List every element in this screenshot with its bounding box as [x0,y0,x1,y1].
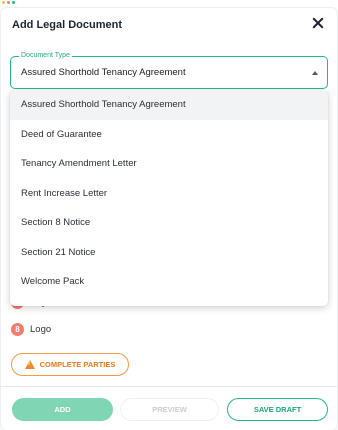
step-label: Logo [30,324,52,335]
window-dots [2,1,15,4]
save-draft-button[interactable]: SAVE DRAFT [227,398,328,421]
dropdown-option[interactable]: Welcome Pack [10,267,328,297]
complete-parties-button[interactable]: COMPLETE PARTIES [11,353,129,376]
dropdown-option[interactable]: Section 8 Notice [10,208,328,238]
caret-up-icon [312,71,318,75]
dropdown-option[interactable]: Assured Shorthold Tenancy Agreement [10,90,328,120]
complete-parties-label: COMPLETE PARTIES [39,360,116,369]
window-dot [7,1,10,4]
dropdown-option[interactable]: Section 21 Notice [10,238,328,268]
close-button[interactable] [312,15,324,27]
window-dot [2,1,5,4]
document-type-label: Document Type [19,51,72,61]
step-number-badge: 8 [11,323,24,336]
dropdown-option[interactable]: Tenancy Amendment Letter [10,149,328,179]
step-logo[interactable]: 8 Logo [11,323,51,336]
window-dot [12,1,15,4]
dropdown-option[interactable]: Deed of Guarantee [10,120,328,150]
close-icon [312,17,324,29]
add-button[interactable]: ADD [12,398,113,421]
modal-title: Add Legal Document [12,19,123,31]
dropdown-option[interactable]: Rent Increase Letter [10,179,328,209]
preview-button[interactable]: PREVIEW [120,398,219,421]
footer-divider [1,386,337,387]
document-type-dropdown: Assured Shorthold Tenancy Agreement Deed… [10,90,328,306]
document-type-value: Assured Shorthold Tenancy Agreement [21,67,186,78]
document-type-select[interactable]: Document Type Assured Shorthold Tenancy … [10,51,328,89]
warning-icon [24,360,35,369]
